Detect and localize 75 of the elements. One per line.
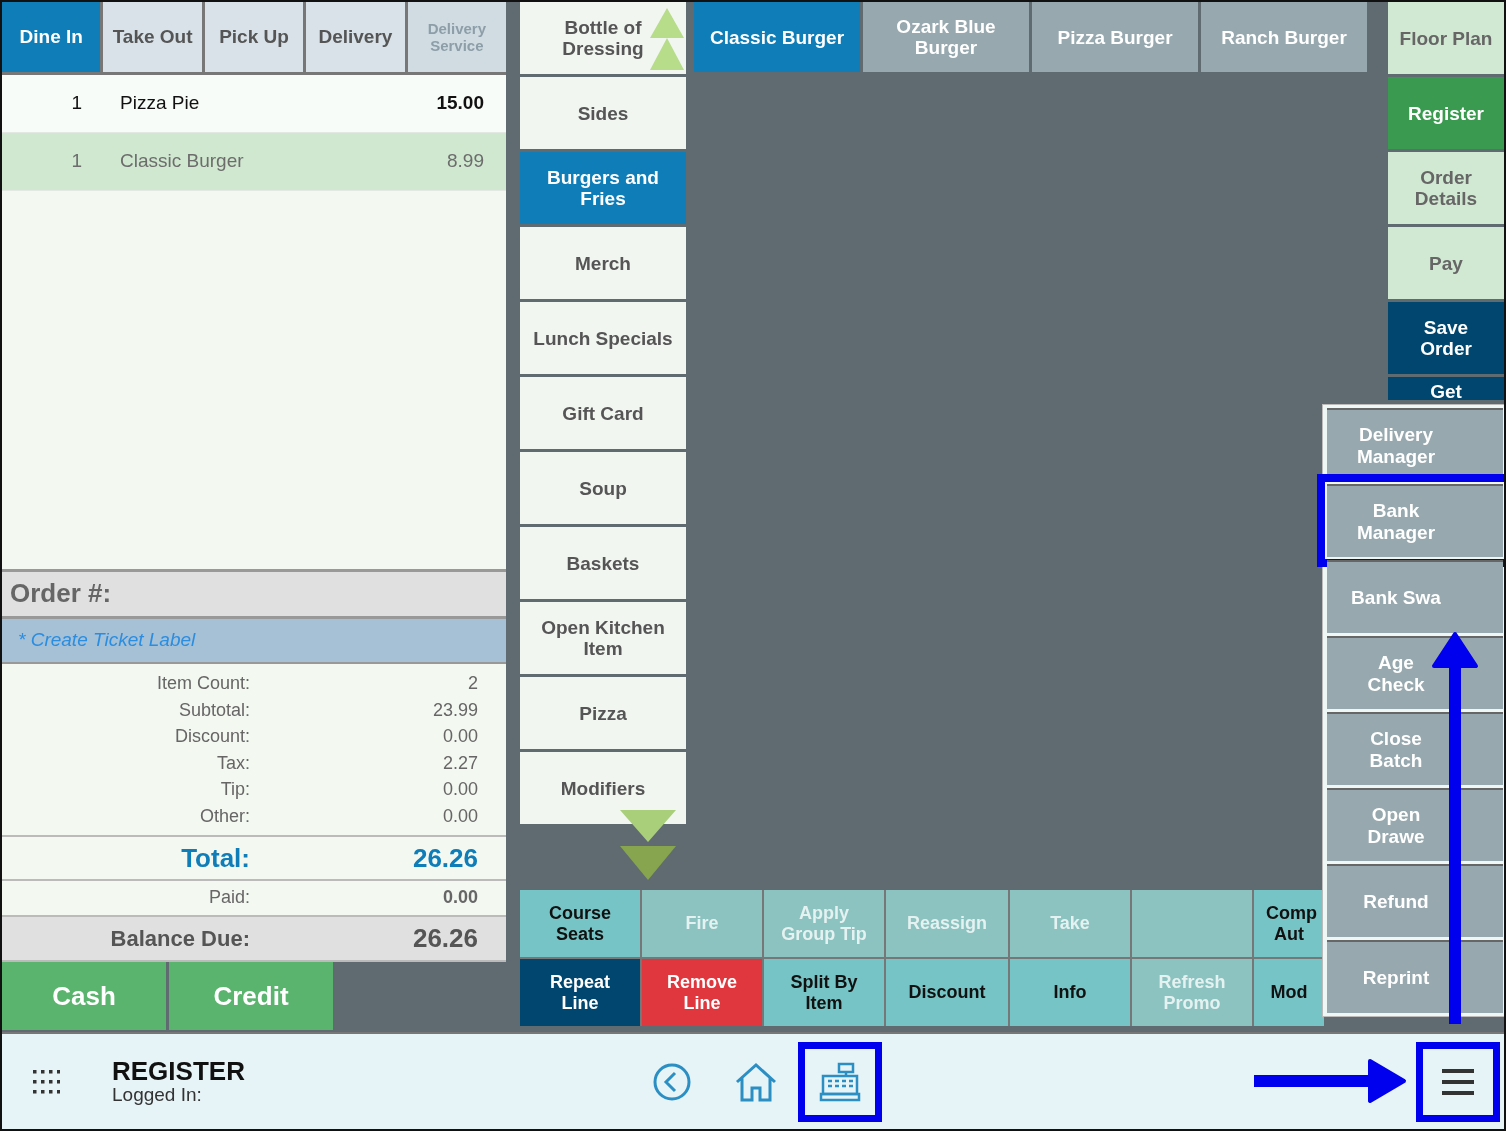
summary-label: Other: xyxy=(198,805,250,827)
apps-grid-icon[interactable] xyxy=(32,1067,60,1096)
nav-button[interactable]: Order Details xyxy=(1388,152,1504,224)
payment-button[interactable]: Credit xyxy=(169,962,333,1030)
action-button[interactable]: Course Seats xyxy=(520,890,640,957)
order-type-tab[interactable]: Take Out xyxy=(103,2,202,72)
popup-menu-item[interactable]: Open Drawe xyxy=(1327,788,1503,861)
summary-label: Tip: xyxy=(219,779,250,801)
summary-value: 2 xyxy=(467,673,478,695)
action-button[interactable]: Mod xyxy=(1254,959,1324,1026)
category-button[interactable]: Pizza xyxy=(520,677,686,749)
menu-item-button[interactable]: Ozark Blue Burger xyxy=(863,2,1029,72)
summary-value: 2.27 xyxy=(441,752,478,774)
order-number-label: Order #: xyxy=(10,578,112,610)
item-name: Pizza Pie xyxy=(119,92,201,114)
summary-label: Subtotal: xyxy=(177,699,250,721)
order-type-tab[interactable]: Pick Up xyxy=(204,2,304,72)
category-button[interactable]: Baskets xyxy=(520,527,686,599)
menu-item-button[interactable]: Ranch Burger xyxy=(1201,2,1367,72)
summary-label: Discount: xyxy=(173,726,250,748)
category-button[interactable]: Merch xyxy=(520,227,686,299)
home-icon xyxy=(734,1061,778,1102)
item-price: 15.00 xyxy=(435,92,485,114)
popup-menu-item[interactable]: Refund xyxy=(1327,864,1503,937)
screen-title: REGISTER xyxy=(112,1057,246,1084)
action-button[interactable]: Repeat Line xyxy=(520,959,640,1026)
nav-button[interactable]: Register xyxy=(1388,77,1504,149)
quantity: 1 xyxy=(70,92,82,114)
summary-value: 23.99 xyxy=(431,699,478,721)
toolbar-button[interactable] xyxy=(798,1041,882,1122)
total-label: Total: xyxy=(180,842,250,874)
cash-register-icon xyxy=(819,1061,861,1102)
nav-button[interactable]: Save Order xyxy=(1388,302,1504,374)
category-button[interactable]: Lunch Specials xyxy=(520,302,686,374)
nav-button[interactable]: Floor Plan xyxy=(1388,2,1504,74)
action-button[interactable]: Split By Item xyxy=(764,959,884,1026)
summary-value: 0.00 xyxy=(441,779,478,801)
summary-value: 0.00 xyxy=(441,805,478,827)
balance-due-value: 26.26 xyxy=(411,923,478,955)
popup-menu-item[interactable]: Reprint xyxy=(1327,940,1503,1013)
balance-due-label: Balance Due: xyxy=(109,925,250,952)
action-button[interactable]: Remove Line xyxy=(642,959,762,1026)
order-type-tab[interactable]: Delivery xyxy=(306,2,405,72)
category-button[interactable]: Modifiers xyxy=(520,752,686,824)
category-button[interactable]: Sides xyxy=(520,77,686,149)
payment-button[interactable]: Cash xyxy=(2,962,166,1030)
menu-icon xyxy=(1440,1067,1476,1096)
menu-item-button[interactable]: Classic Burger xyxy=(694,2,860,72)
item-price: 8.99 xyxy=(446,150,485,172)
quantity: 1 xyxy=(70,150,82,172)
nav-button[interactable]: Pay xyxy=(1388,227,1504,299)
paid-value: 0.00 xyxy=(441,887,478,909)
menu-item-button[interactable]: Pizza Burger xyxy=(1032,2,1198,72)
category-button[interactable]: Bottle of Dressing xyxy=(520,2,686,74)
menu-button[interactable] xyxy=(1416,1041,1500,1122)
category-button[interactable]: Soup xyxy=(520,452,686,524)
action-button[interactable]: Comp Aut xyxy=(1254,890,1324,957)
category-button[interactable]: Gift Card xyxy=(520,377,686,449)
category-button[interactable]: Burgers and Fries xyxy=(520,152,686,224)
summary-label: Item Count: xyxy=(155,673,250,695)
order-type-tab[interactable]: Dine In xyxy=(2,2,101,72)
back-icon xyxy=(652,1061,692,1102)
item-name: Classic Burger xyxy=(119,150,245,172)
nav-button[interactable]: Get xyxy=(1388,377,1504,400)
action-button[interactable]: Discount xyxy=(886,959,1008,1026)
action-button[interactable]: Info xyxy=(1010,959,1130,1026)
paid-label: Paid: xyxy=(207,887,250,909)
summary-value: 0.00 xyxy=(441,726,478,748)
logged-in-label: Logged In: xyxy=(112,1083,203,1106)
category-button[interactable]: Open Kitchen Item xyxy=(520,602,686,674)
popup-menu-item[interactable]: Close Batch xyxy=(1327,712,1503,785)
total-value: 26.26 xyxy=(411,842,478,874)
popup-menu-item[interactable]: Bank Swa xyxy=(1327,560,1503,633)
summary-label: Tax: xyxy=(216,752,250,774)
scroll-down-icon[interactable] xyxy=(620,810,676,880)
